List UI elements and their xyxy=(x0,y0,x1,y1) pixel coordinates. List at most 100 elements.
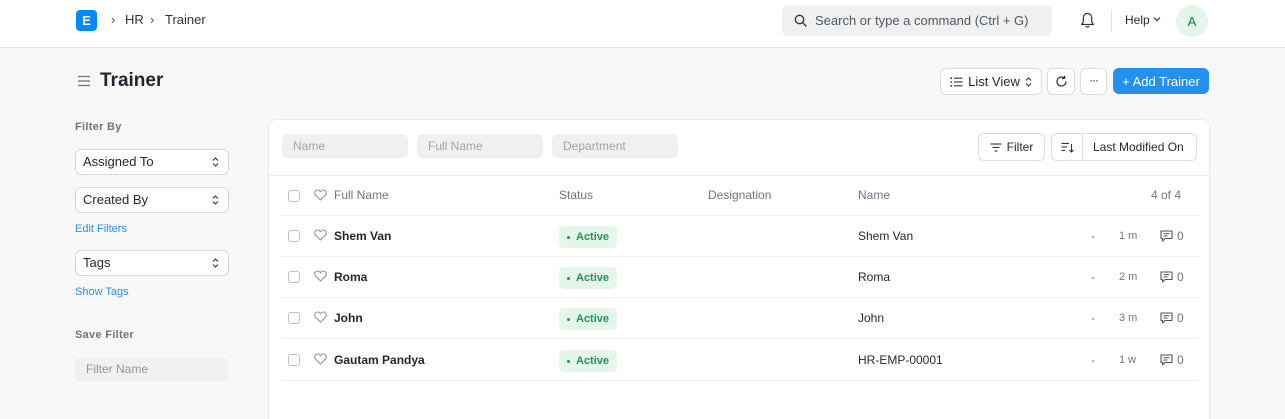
comment-count: 0 xyxy=(1160,229,1184,243)
more-options-button[interactable]: ··· xyxy=(1080,68,1107,95)
sort-field-button[interactable]: Last Modified On xyxy=(1093,140,1184,154)
row-full-name[interactable]: John xyxy=(334,311,363,325)
refresh-button[interactable] xyxy=(1047,68,1075,95)
heart-icon[interactable] xyxy=(314,270,327,282)
select-all-checkbox[interactable] xyxy=(288,190,300,202)
updown-icon xyxy=(212,157,219,167)
heart-icon[interactable] xyxy=(314,311,327,323)
row-id: John xyxy=(858,311,885,325)
row-modified: 2 m xyxy=(1119,271,1138,283)
page-title: Trainer xyxy=(100,70,164,91)
list-view-label: List View xyxy=(968,74,1020,89)
row-modified: 3 m xyxy=(1119,312,1138,324)
row-dash: - xyxy=(1091,229,1095,243)
list-icon xyxy=(950,76,963,87)
sort-direction-button[interactable] xyxy=(1052,134,1083,160)
heart-icon[interactable] xyxy=(314,229,327,241)
row-full-name[interactable]: Roma xyxy=(334,270,367,284)
navbar: E › HR › Trainer Search or type a comman… xyxy=(0,0,1285,48)
column-full-name[interactable]: Full Name xyxy=(334,188,389,202)
comment-count-value: 0 xyxy=(1177,311,1184,325)
chevron-down-icon xyxy=(1153,17,1161,22)
divider xyxy=(281,380,1199,381)
comment-count-value: 0 xyxy=(1177,229,1184,243)
breadcrumb-chevron-icon: › xyxy=(150,12,155,27)
search-icon xyxy=(794,14,807,27)
table-row[interactable]: Shem Van Active Shem Van - 1 m 0 xyxy=(269,216,1209,257)
filter-by-label: Filter By xyxy=(75,121,122,133)
comment-count-value: 0 xyxy=(1177,270,1184,284)
search-placeholder: Search or type a command (Ctrl + G) xyxy=(815,13,1029,28)
row-checkbox[interactable] xyxy=(288,271,300,283)
heart-icon[interactable] xyxy=(314,353,327,365)
comment-icon xyxy=(1160,230,1173,242)
updown-icon xyxy=(1025,76,1032,87)
table-row[interactable]: John Active John - 3 m 0 xyxy=(269,298,1209,339)
comment-count: 0 xyxy=(1160,270,1184,284)
edit-filters-link[interactable]: Edit Filters xyxy=(75,223,127,235)
comment-icon xyxy=(1160,312,1173,324)
department-filter-input[interactable]: Department xyxy=(552,134,678,158)
app-logo[interactable]: E xyxy=(76,10,97,31)
help-dropdown[interactable]: Help xyxy=(1125,13,1150,27)
status-badge: Active xyxy=(559,267,618,289)
bell-icon[interactable] xyxy=(1080,12,1095,29)
table-row[interactable]: Roma Active Roma - 2 m 0 xyxy=(269,257,1209,298)
row-full-name[interactable]: Shem Van xyxy=(334,229,391,243)
comment-count: 0 xyxy=(1160,311,1184,325)
assigned-to-label: Assigned To xyxy=(83,154,154,169)
tags-select[interactable]: Tags xyxy=(75,250,229,276)
status-badge: Active xyxy=(559,350,618,372)
row-dash: - xyxy=(1091,353,1095,367)
show-tags-link[interactable]: Show Tags xyxy=(75,286,129,298)
updown-icon xyxy=(212,258,219,268)
list-view-button[interactable]: List View xyxy=(940,68,1042,95)
full-name-filter-input[interactable]: Full Name xyxy=(417,134,543,158)
name-filter-input[interactable]: Name xyxy=(282,134,408,158)
sort-selector: Last Modified On xyxy=(1051,133,1197,161)
divider xyxy=(281,338,1199,339)
breadcrumb-chevron-icon: › xyxy=(111,12,116,27)
comment-count: 0 xyxy=(1160,353,1184,367)
status-badge: Active xyxy=(559,226,618,248)
list-header-row: Full Name Status Designation Name 4 of 4 xyxy=(269,176,1209,216)
column-status[interactable]: Status xyxy=(559,188,593,202)
row-checkbox[interactable] xyxy=(288,230,300,242)
table-row[interactable]: Gautam Pandya Active HR-EMP-00001 - 1 w … xyxy=(269,340,1209,381)
filter-icon xyxy=(990,142,1002,152)
comment-count-value: 0 xyxy=(1177,353,1184,367)
filter-name-input[interactable]: Filter Name xyxy=(75,358,228,381)
breadcrumb-trainer[interactable]: Trainer xyxy=(165,12,206,27)
comment-icon xyxy=(1160,354,1173,366)
breadcrumb-hr[interactable]: HR xyxy=(125,12,144,27)
column-designation[interactable]: Designation xyxy=(708,188,771,202)
row-modified: 1 m xyxy=(1119,230,1138,242)
row-dash: - xyxy=(1091,311,1095,325)
row-modified: 1 w xyxy=(1119,354,1137,366)
updown-icon xyxy=(212,195,219,205)
row-full-name[interactable]: Gautam Pandya xyxy=(334,353,425,367)
row-checkbox[interactable] xyxy=(288,312,300,324)
row-id: Shem Van xyxy=(858,229,914,243)
save-filter-label: Save Filter xyxy=(75,329,134,341)
add-trainer-button[interactable]: + Add Trainer xyxy=(1113,68,1209,94)
filter-label: Filter xyxy=(1006,140,1034,154)
avatar[interactable]: A xyxy=(1176,5,1208,37)
row-id: HR-EMP-00001 xyxy=(858,353,943,367)
status-badge: Active xyxy=(559,308,618,330)
list-card: Name Full Name Department Filter Last Mo… xyxy=(268,119,1210,419)
refresh-icon xyxy=(1055,75,1067,87)
column-name[interactable]: Name xyxy=(858,188,890,202)
navbar-divider xyxy=(1111,10,1112,32)
assigned-to-select[interactable]: Assigned To xyxy=(75,149,229,175)
search-input[interactable]: Search or type a command (Ctrl + G) xyxy=(782,5,1052,36)
heart-icon[interactable] xyxy=(314,189,327,201)
created-by-select[interactable]: Created By xyxy=(75,187,229,213)
row-id: Roma xyxy=(858,270,891,284)
sort-icon xyxy=(1061,142,1074,153)
row-checkbox[interactable] xyxy=(288,354,300,366)
filter-button[interactable]: Filter xyxy=(978,133,1045,161)
created-by-label: Created By xyxy=(83,192,149,207)
record-count: 4 of 4 xyxy=(1151,188,1182,202)
sidebar-toggle-icon[interactable] xyxy=(77,75,91,87)
